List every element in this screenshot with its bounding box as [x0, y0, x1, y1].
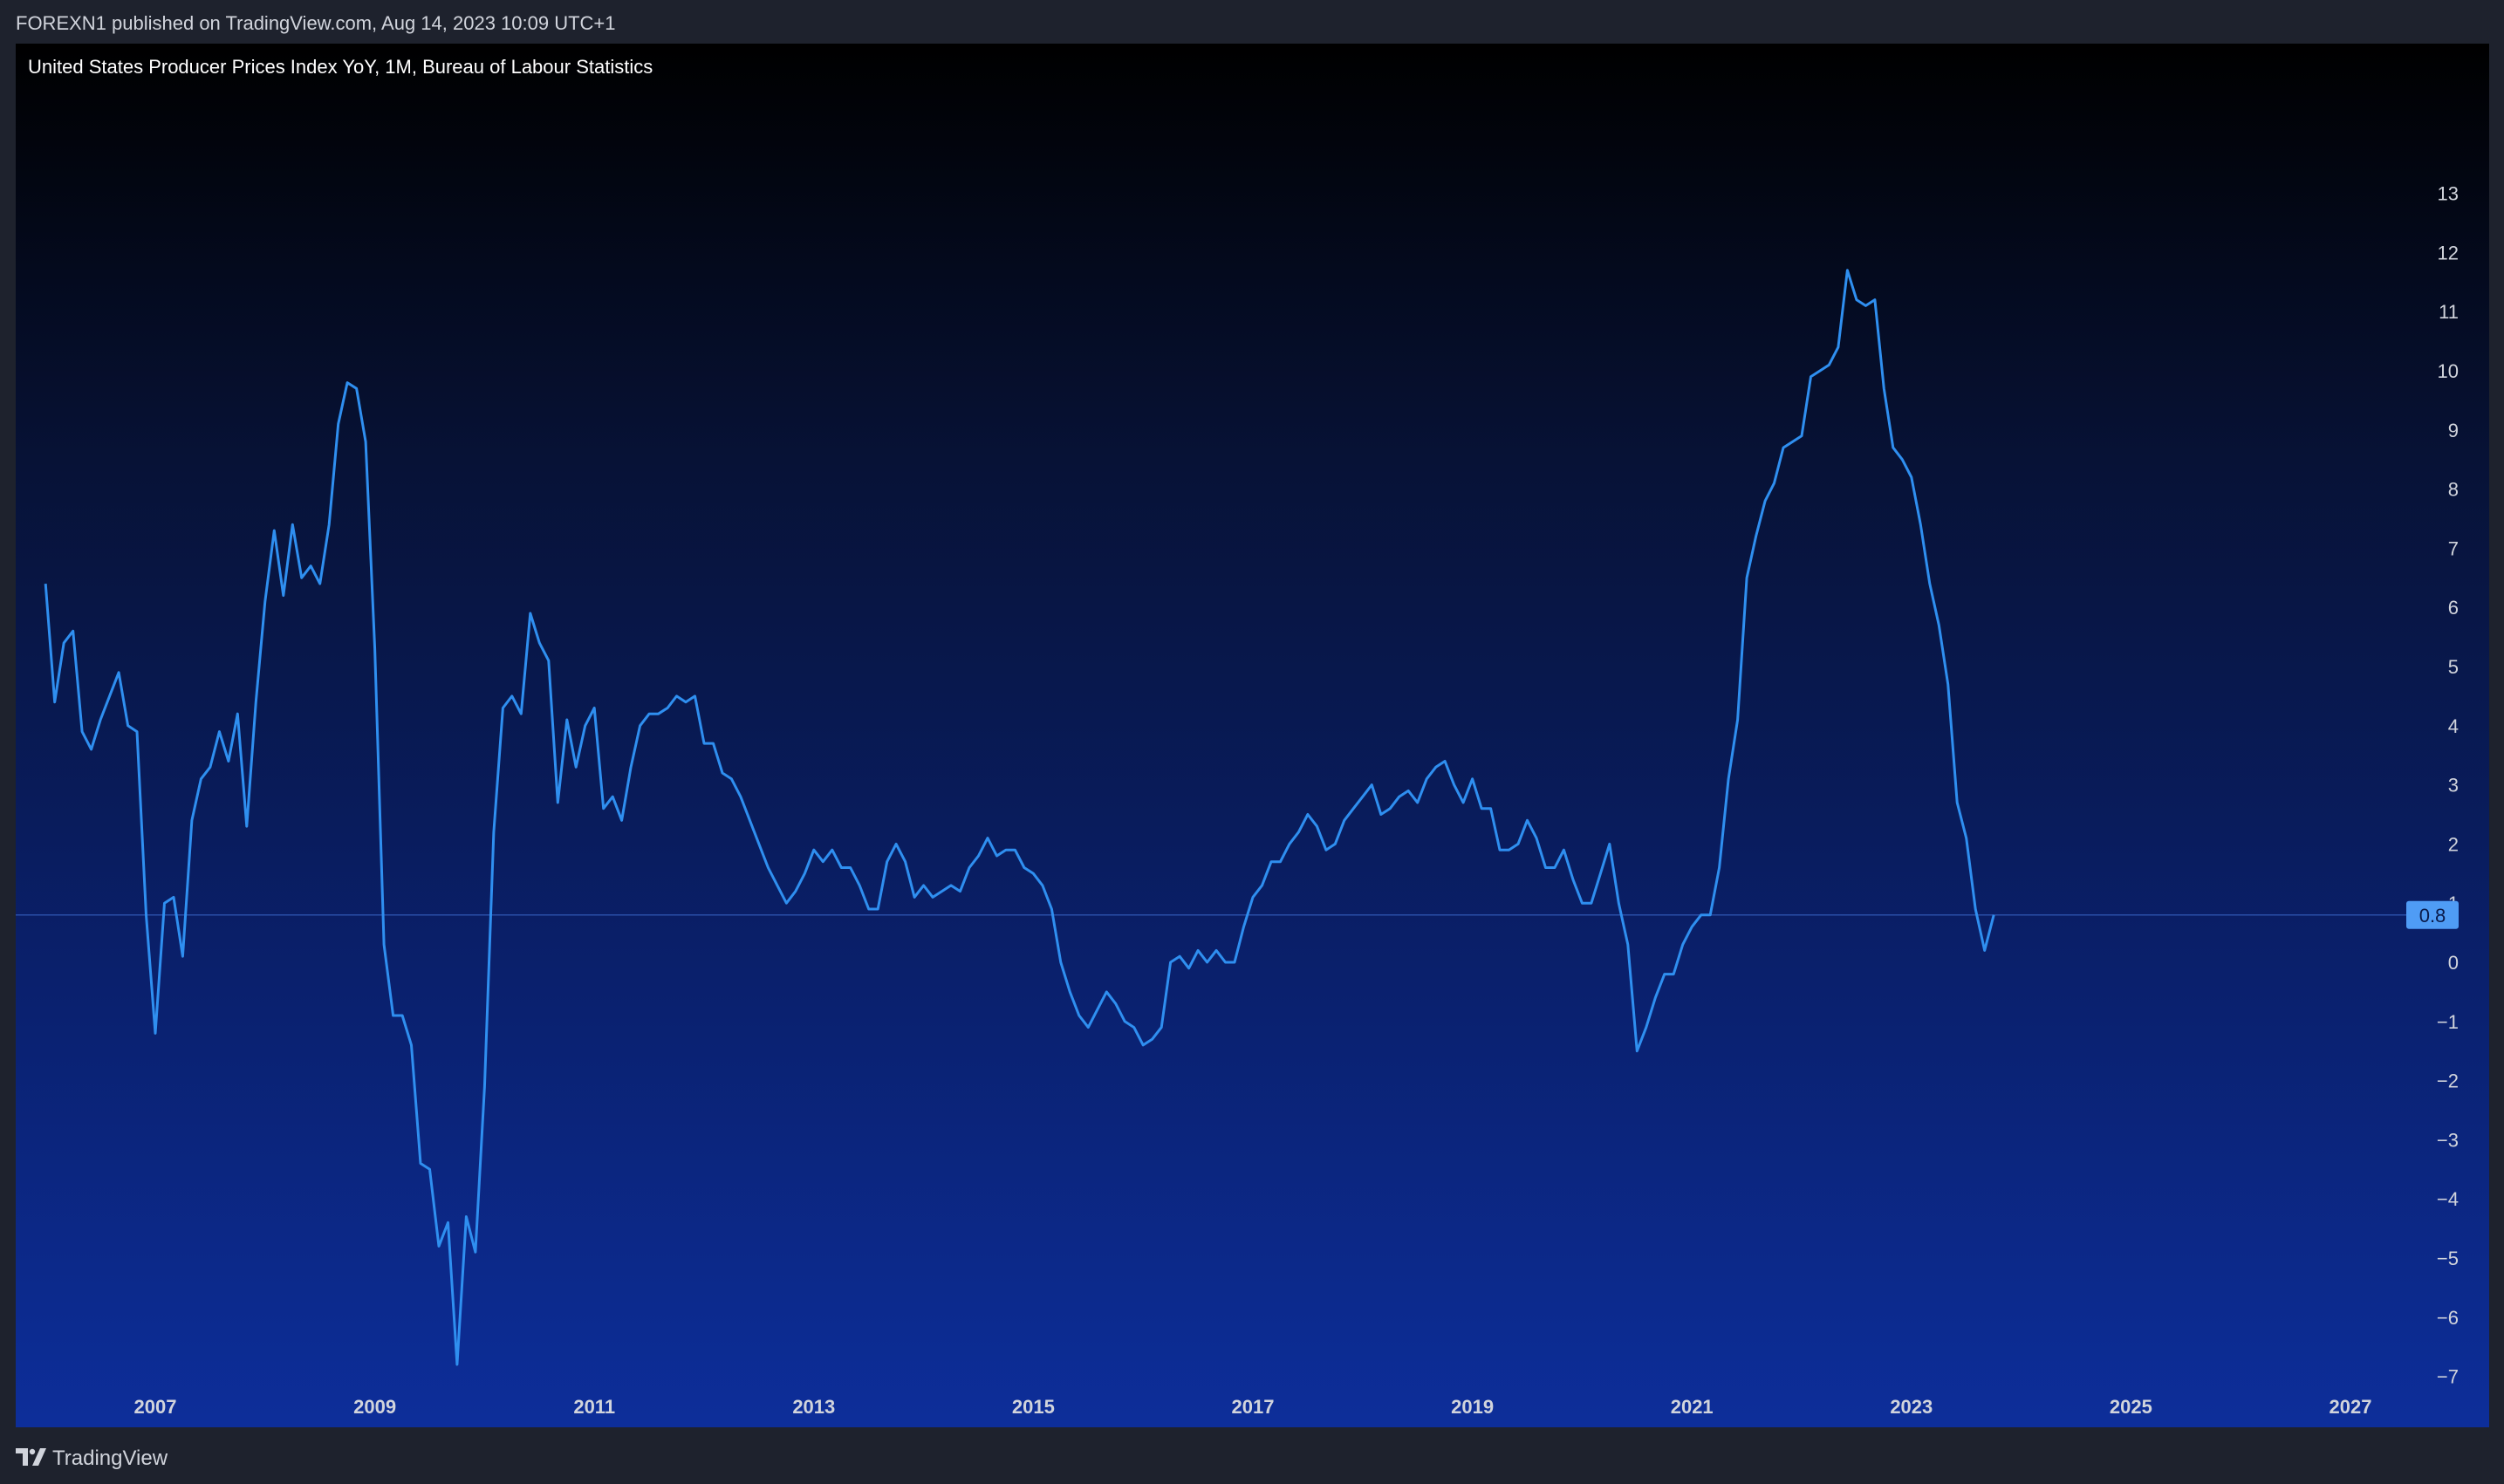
- y-tick-label: −5: [2437, 1248, 2459, 1269]
- publisher-text: FOREXN1 published on TradingView.com, Au…: [16, 12, 616, 34]
- x-tick-label: 2023: [1890, 1396, 1933, 1418]
- y-tick-label: 9: [2448, 420, 2459, 441]
- x-tick-label: 2013: [792, 1396, 835, 1418]
- x-tick-label: 2025: [2110, 1396, 2152, 1418]
- y-tick-label: −3: [2437, 1129, 2459, 1151]
- chart-area[interactable]: 131211109876543210−1−2−3−4−5−6−7−8200720…: [16, 44, 2489, 1427]
- tradingview-brand[interactable]: TradingView: [52, 1446, 168, 1471]
- y-tick-label: 10: [2438, 360, 2459, 382]
- x-tick-label: 2027: [2330, 1396, 2372, 1418]
- y-tick-label: 7: [2448, 537, 2459, 559]
- x-tick-label: 2021: [1671, 1396, 1714, 1418]
- series-line: [44, 269, 1995, 1366]
- y-tick-label: 6: [2448, 597, 2459, 619]
- y-tick-label: 2: [2448, 833, 2459, 855]
- y-tick-label: 13: [2438, 183, 2459, 205]
- y-tick-label: 3: [2448, 775, 2459, 797]
- chart-title: United States Producer Prices Index YoY,…: [28, 56, 653, 78]
- x-tick-label: 2019: [1451, 1396, 1494, 1418]
- y-tick-label: −7: [2437, 1366, 2459, 1388]
- y-tick-label: 4: [2448, 715, 2459, 737]
- y-tick-label: 12: [2438, 242, 2459, 263]
- y-tick-label: −2: [2437, 1070, 2459, 1092]
- y-tick-label: 0: [2448, 952, 2459, 974]
- y-tick-label: −4: [2437, 1188, 2459, 1210]
- x-tick-label: 2011: [573, 1396, 615, 1418]
- y-tick-label: −6: [2437, 1307, 2459, 1329]
- x-tick-label: 2017: [1232, 1396, 1275, 1418]
- y-tick-label: −1: [2437, 1011, 2459, 1033]
- x-tick-label: 2009: [353, 1396, 396, 1418]
- x-tick-label: 2015: [1012, 1396, 1055, 1418]
- x-tick-label: 2007: [134, 1396, 177, 1418]
- last-value-label: 0.8: [2419, 905, 2446, 927]
- y-tick-label: 8: [2448, 479, 2459, 501]
- footer-bar: TradingView: [0, 1427, 2504, 1484]
- line-chart[interactable]: 131211109876543210−1−2−3−4−5−6−7−8200720…: [16, 44, 2489, 1427]
- y-tick-label: 5: [2448, 656, 2459, 678]
- y-tick-label: 11: [2439, 301, 2459, 323]
- header-bar: FOREXN1 published on TradingView.com, Au…: [0, 0, 2504, 44]
- tradingview-logo-icon[interactable]: [16, 1446, 47, 1467]
